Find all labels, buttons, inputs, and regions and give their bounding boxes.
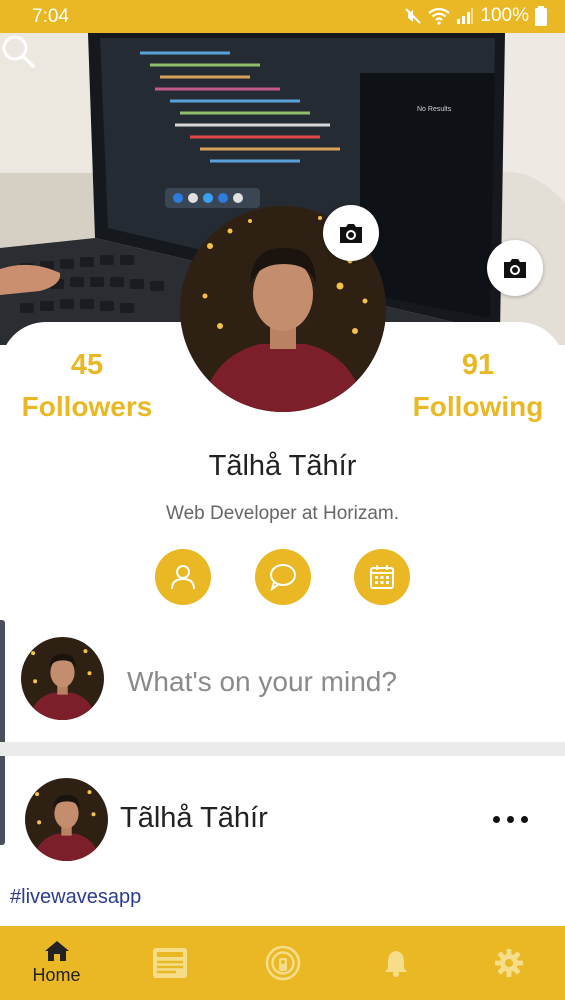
nav-home[interactable]: Home: [0, 926, 113, 1000]
cover-screen-text: No Results: [417, 106, 452, 113]
live-broadcast-icon: [265, 945, 300, 981]
profile-name: Tãlhå Tãhír: [208, 450, 357, 482]
followers-label: Followers: [21, 391, 153, 422]
messages-button[interactable]: [255, 549, 311, 605]
status-icons: 100%: [404, 5, 547, 27]
composer-avatar: [21, 637, 104, 720]
edge-panel-handle[interactable]: [0, 620, 5, 845]
followers-count: 45: [70, 349, 104, 381]
more-dot-icon: [507, 815, 514, 823]
wifi-icon: [428, 7, 451, 25]
nav-live[interactable]: [226, 926, 339, 1000]
camera-icon: [504, 259, 526, 278]
more-dot-icon: [521, 815, 528, 823]
more-dot-icon: [493, 815, 500, 823]
battery-icon: [535, 6, 547, 26]
bell-icon: [384, 951, 407, 977]
mute-icon: [405, 8, 422, 24]
nav-settings[interactable]: [452, 926, 565, 1000]
user-photo: [21, 637, 104, 720]
battery-percent: 100%: [480, 5, 529, 26]
nav-home-label: Home: [32, 965, 81, 985]
search-icon[interactable]: [0, 33, 36, 69]
signal-icon: [457, 8, 474, 24]
following-label: Following: [412, 391, 544, 422]
post-options-button[interactable]: [493, 810, 533, 828]
following-stat[interactable]: 91 Following: [388, 347, 565, 425]
post-hashtag[interactable]: #livewavesapp: [10, 886, 141, 909]
status-time: 7:04: [32, 6, 69, 27]
newspaper-icon: [152, 948, 187, 978]
followers-stat[interactable]: 45 Followers: [0, 347, 177, 425]
change-cover-button[interactable]: [487, 240, 543, 296]
user-photo: [25, 778, 108, 861]
calendar-icon: [370, 565, 394, 589]
person-icon: [171, 565, 195, 590]
chat-bubble-icon: [270, 564, 296, 591]
section-divider: [0, 742, 565, 756]
status-bar: 7:04 100%: [0, 0, 565, 33]
gear-icon: [494, 949, 523, 977]
events-button[interactable]: [354, 549, 410, 605]
camera-icon: [340, 224, 362, 243]
profile-bio: Web Developer at Horizam.: [165, 503, 400, 524]
following-count: 91: [461, 349, 495, 381]
nav-newsfeed[interactable]: [113, 926, 226, 1000]
post-author-name[interactable]: Tãlhå Tãhír: [120, 802, 268, 835]
nav-notifications[interactable]: [339, 926, 452, 1000]
home-icon: [44, 941, 69, 961]
bottom-nav: Home: [0, 926, 565, 1000]
change-avatar-button[interactable]: [323, 205, 379, 261]
post-composer-input[interactable]: What's on your mind?: [127, 660, 527, 704]
post-author-avatar[interactable]: [25, 778, 108, 861]
profile-info-button[interactable]: [155, 549, 211, 605]
